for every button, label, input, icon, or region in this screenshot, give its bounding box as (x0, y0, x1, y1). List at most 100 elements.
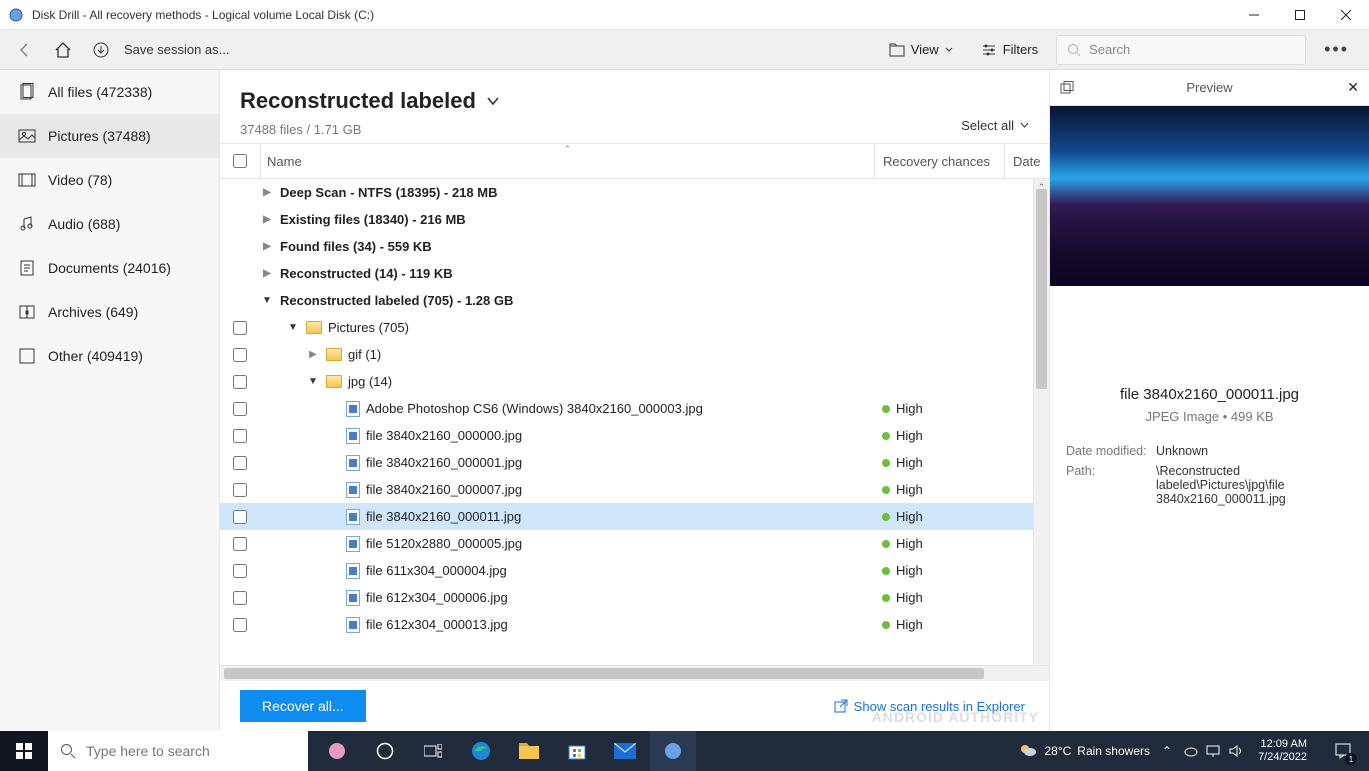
image-file-icon (346, 590, 360, 606)
network-icon[interactable] (1206, 744, 1220, 758)
toolbar: Save session as... View Filters Search •… (0, 30, 1369, 70)
horizontal-scrollbar[interactable] (220, 665, 1049, 681)
app-icon (8, 7, 24, 23)
row-checkbox[interactable] (233, 429, 247, 443)
folder-icon (326, 348, 342, 361)
maximize-button[interactable] (1277, 0, 1323, 30)
recover-all-button[interactable]: Recover all... (240, 690, 366, 722)
chevron-down-icon (945, 46, 953, 54)
notifications-button[interactable]: 1 (1323, 731, 1363, 771)
select-all-checkbox[interactable] (233, 154, 247, 168)
video-icon (18, 171, 36, 189)
cortana-button[interactable] (362, 731, 408, 771)
preview-panel: Preview ✕ file 3840x2160_000011.jpg JPEG… (1049, 70, 1369, 731)
save-session-label[interactable]: Save session as... (124, 42, 230, 57)
search-icon (1067, 43, 1081, 57)
volume-icon[interactable] (1228, 744, 1242, 758)
group-row[interactable]: ▶Existing files (18340) - 216 MB (220, 206, 1049, 233)
home-button[interactable] (48, 35, 78, 65)
search-input[interactable]: Search (1056, 35, 1306, 65)
sidebar-item-all-files[interactable]: All files (472338) (0, 70, 219, 114)
row-checkbox[interactable] (233, 564, 247, 578)
back-button[interactable] (10, 35, 40, 65)
preview-image (1050, 106, 1369, 286)
close-button[interactable] (1323, 0, 1369, 30)
file-row[interactable]: file 612x304_000006.jpgHigh (220, 584, 1049, 611)
onedrive-icon[interactable] (1184, 744, 1198, 758)
popout-button[interactable] (1060, 81, 1074, 95)
more-button[interactable]: ••• (1314, 39, 1359, 60)
save-session-icon[interactable] (86, 35, 116, 65)
minimize-button[interactable] (1231, 0, 1277, 30)
view-dropdown[interactable]: View (879, 35, 963, 65)
group-row[interactable]: ▶Found files (34) - 559 KB (220, 233, 1049, 260)
tray-chevron-icon[interactable]: ⌃ (1158, 744, 1176, 758)
page-title[interactable]: Reconstructed labeled (240, 88, 961, 114)
file-row[interactable]: file 612x304_000013.jpgHigh (220, 611, 1049, 638)
task-view-button[interactable] (410, 731, 456, 771)
sidebar-item-documents[interactable]: Documents (24016) (0, 246, 219, 290)
weather-widget[interactable]: 28°C Rain showers (1018, 741, 1150, 761)
file-row[interactable]: file 3840x2160_000000.jpgHigh (220, 422, 1049, 449)
group-row[interactable]: ▼Reconstructed labeled (705) - 1.28 GB (220, 287, 1049, 314)
chevron-down-icon (486, 94, 500, 108)
microsoft-store-icon[interactable] (554, 731, 600, 771)
taskbar-search[interactable]: Type here to search (48, 731, 308, 771)
edge-icon[interactable] (458, 731, 504, 771)
row-checkbox[interactable] (233, 402, 247, 416)
start-button[interactable] (0, 731, 48, 771)
preview-filename: file 3840x2160_000011.jpg (1066, 386, 1353, 403)
file-explorer-icon[interactable] (506, 731, 552, 771)
select-all-button[interactable]: Select all (961, 118, 1029, 133)
window-title: Disk Drill - All recovery methods - Logi… (32, 8, 1231, 22)
preview-close-button[interactable]: ✕ (1347, 79, 1359, 96)
column-name[interactable]: ⌃Name (260, 144, 874, 178)
sidebar-item-video[interactable]: Video (78) (0, 158, 219, 202)
pictures-icon (18, 127, 36, 145)
row-checkbox[interactable] (233, 321, 247, 335)
date-modified-value: Unknown (1156, 444, 1353, 458)
row-checkbox[interactable] (233, 537, 247, 551)
file-row[interactable]: file 3840x2160_000007.jpgHigh (220, 476, 1049, 503)
filters-button[interactable]: Filters (971, 35, 1048, 65)
vertical-scrollbar[interactable]: ⌃ (1033, 179, 1049, 665)
row-checkbox[interactable] (233, 456, 247, 470)
group-row[interactable]: ▶Deep Scan - NTFS (18395) - 218 MB (220, 179, 1049, 206)
row-checkbox[interactable] (233, 510, 247, 524)
sidebar-item-audio[interactable]: Audio (688) (0, 202, 219, 246)
search-icon (60, 743, 76, 759)
file-row[interactable]: file 3840x2160_000011.jpgHigh (220, 503, 1049, 530)
chevron-down-icon (1020, 121, 1029, 130)
folder-row[interactable]: ▶gif (1) (220, 341, 1049, 368)
documents-icon (18, 259, 36, 277)
image-file-icon (346, 617, 360, 633)
row-checkbox[interactable] (233, 483, 247, 497)
folder-row[interactable]: ▼jpg (14) (220, 368, 1049, 395)
path-label: Path: (1066, 464, 1156, 506)
archives-icon (18, 303, 36, 321)
sidebar-item-other[interactable]: Other (409419) (0, 334, 219, 378)
column-recovery[interactable]: Recovery chances (874, 144, 1004, 178)
row-checkbox[interactable] (233, 348, 247, 362)
preview-meta: JPEG Image • 499 KB (1066, 409, 1353, 424)
row-checkbox[interactable] (233, 591, 247, 605)
external-link-icon (834, 699, 848, 713)
row-checkbox[interactable] (233, 375, 247, 389)
taskbar-running-app[interactable] (650, 731, 696, 771)
file-row[interactable]: Adobe Photoshop CS6 (Windows) 3840x2160_… (220, 395, 1049, 422)
mail-icon[interactable] (602, 731, 648, 771)
system-clock[interactable]: 12:09 AM 7/24/2022 (1250, 738, 1315, 764)
sidebar: All files (472338) Pictures (37488) Vide… (0, 70, 220, 731)
taskbar-pinned-app[interactable] (314, 731, 360, 771)
sidebar-item-pictures[interactable]: Pictures (37488) (0, 114, 219, 158)
file-row[interactable]: file 3840x2160_000001.jpgHigh (220, 449, 1049, 476)
image-file-icon (346, 455, 360, 471)
folder-row[interactable]: ▼Pictures (705) (220, 314, 1049, 341)
file-row[interactable]: file 5120x2880_000005.jpgHigh (220, 530, 1049, 557)
sidebar-item-archives[interactable]: Archives (649) (0, 290, 219, 334)
row-checkbox[interactable] (233, 618, 247, 632)
group-row[interactable]: ▶Reconstructed (14) - 119 KB (220, 260, 1049, 287)
column-date[interactable]: Date (1004, 144, 1049, 178)
taskbar: Type here to search 28°C Rain showers ⌃ … (0, 731, 1369, 771)
file-row[interactable]: file 611x304_000004.jpgHigh (220, 557, 1049, 584)
